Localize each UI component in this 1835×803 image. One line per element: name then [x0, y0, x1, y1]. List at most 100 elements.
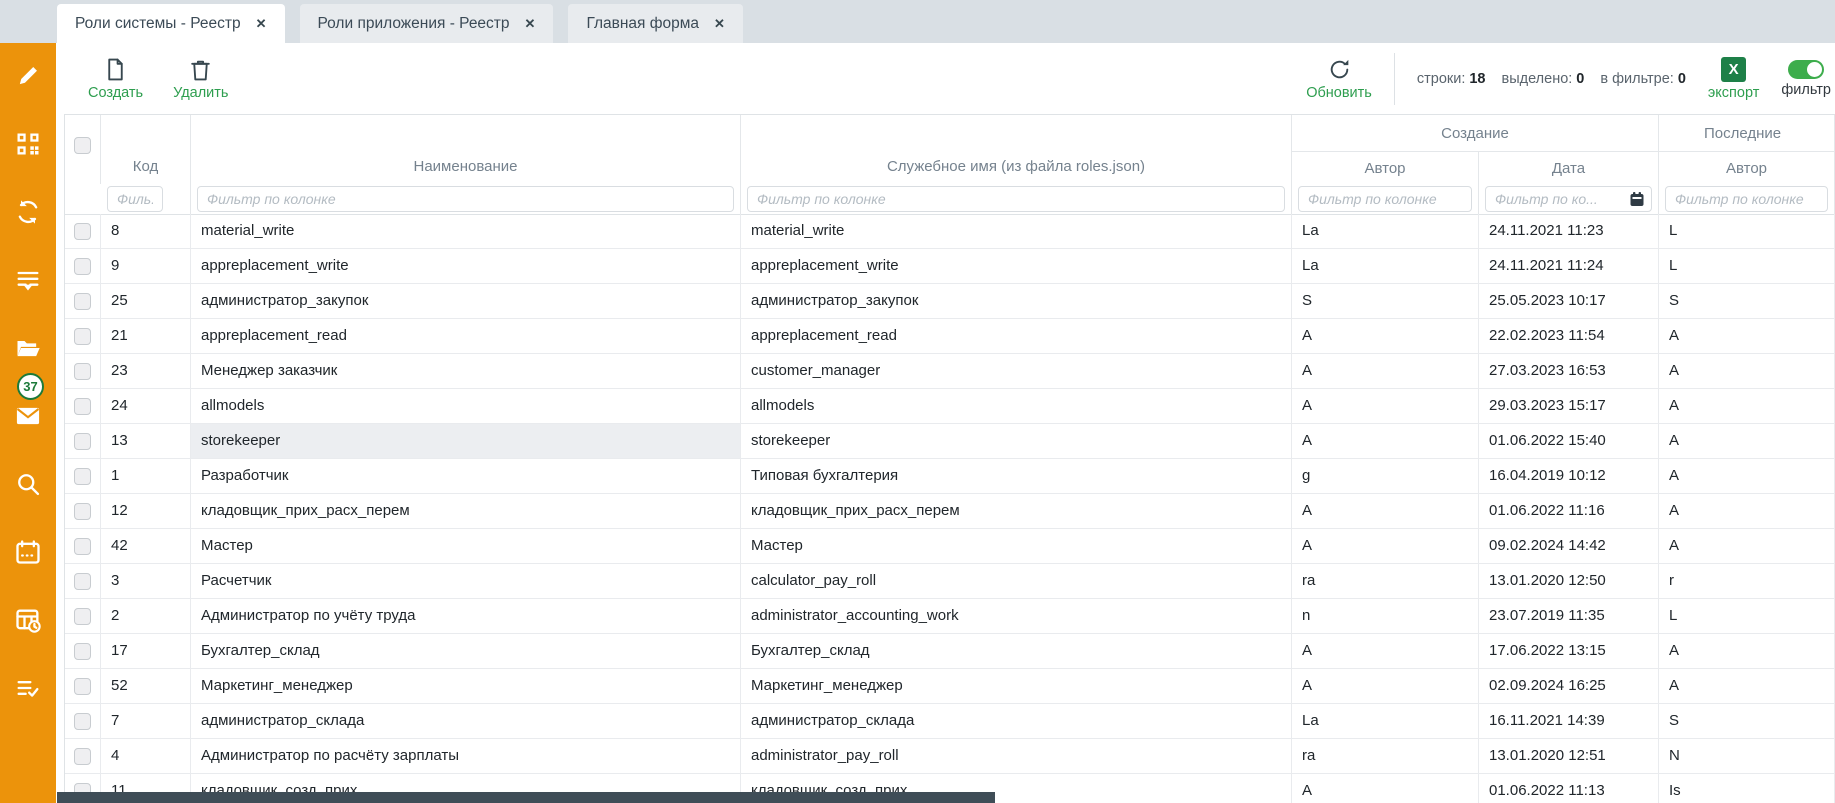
row-checkbox[interactable]	[74, 748, 91, 765]
refresh-button[interactable]: Обновить	[1306, 57, 1372, 101]
row-checkbox[interactable]	[74, 468, 91, 485]
row-checkbox-cell	[65, 669, 101, 703]
calendar-icon[interactable]	[13, 537, 43, 567]
row-checkbox[interactable]	[74, 503, 91, 520]
row-checkbox[interactable]	[74, 608, 91, 625]
close-icon[interactable]: ✕	[525, 16, 536, 32]
row-checkbox[interactable]	[74, 293, 91, 310]
horizontal-scrollbar-thumb[interactable]	[57, 792, 995, 803]
tab-app-roles[interactable]: Роли приложения - Реестр ✕	[300, 4, 554, 43]
column-header-created-author[interactable]: Автор	[1292, 152, 1479, 184]
create-button[interactable]: Создать	[88, 57, 143, 101]
edit-pencil-icon[interactable]	[13, 61, 43, 91]
row-checkbox[interactable]	[74, 258, 91, 275]
folder-icon[interactable]	[13, 333, 43, 363]
cell-service-name: Типовая бухгалтерия	[741, 459, 1292, 493]
delete-button[interactable]: Удалить	[173, 57, 228, 101]
cell-service-name: Маркетинг_менеджер	[741, 669, 1292, 703]
task-list-icon[interactable]	[13, 673, 43, 703]
qr-code-icon[interactable]	[13, 129, 43, 159]
cell-name: Маркетинг_менеджер	[191, 669, 741, 703]
filter-cell-name	[191, 184, 741, 214]
row-checkbox-cell	[65, 634, 101, 668]
sync-icon[interactable]	[13, 197, 43, 227]
table-row[interactable]: 9appreplacement_writeappreplacement_writ…	[65, 249, 1835, 284]
cell-service-name: customer_manager	[741, 354, 1292, 388]
table-row[interactable]: 12кладовщик_прих_расх_перемкладовщик_при…	[65, 494, 1835, 529]
tab-system-roles[interactable]: Роли системы - Реестр ✕	[57, 4, 285, 43]
cell-created-date: 29.03.2023 15:17	[1479, 389, 1659, 423]
export-list-icon[interactable]	[13, 265, 43, 295]
table-row[interactable]: 2Администратор по учёту трудаadministrat…	[65, 599, 1835, 634]
cell-name: кладовщик_прих_расх_перем	[191, 494, 741, 528]
row-checkbox[interactable]	[74, 363, 91, 380]
cell-name: Менеджер заказчик	[191, 354, 741, 388]
search-icon[interactable]	[13, 469, 43, 499]
cell-last-author: S	[1659, 284, 1835, 318]
cell-last-author: A	[1659, 459, 1835, 493]
table-row[interactable]: 1РазработчикТиповая бухгалтерияg16.04.20…	[65, 459, 1835, 494]
cell-created-date: 27.03.2023 16:53	[1479, 354, 1659, 388]
row-checkbox[interactable]	[74, 713, 91, 730]
table-row[interactable]: 7администратор_складаадминистратор_склад…	[65, 704, 1835, 739]
table-row[interactable]: 24allmodelsallmodelsA29.03.2023 15:17A	[65, 389, 1835, 424]
column-header-code[interactable]: Код	[101, 115, 191, 184]
row-checkbox-cell	[65, 704, 101, 738]
tab-label: Главная форма	[586, 15, 699, 33]
toggle-on-icon[interactable]	[1788, 60, 1824, 79]
export-button[interactable]: X экспорт	[1708, 57, 1759, 101]
group-header-creation: Создание	[1292, 115, 1659, 152]
tab-label: Роли системы - Реестр	[75, 15, 241, 33]
column-header-service-name[interactable]: Служебное имя (из файла roles.json)	[741, 115, 1292, 184]
table-row[interactable]: 25администратор_закупокадминистратор_зак…	[65, 284, 1835, 319]
cell-service-name: appreplacement_read	[741, 319, 1292, 353]
filter-input-name[interactable]	[197, 186, 734, 212]
row-checkbox[interactable]	[74, 573, 91, 590]
table-row[interactable]: 8material_writematerial_writeLa24.11.202…	[65, 214, 1835, 249]
tab-main-form[interactable]: Главная форма ✕	[568, 4, 742, 43]
filter-input-service-name[interactable]	[747, 186, 1285, 212]
table-row[interactable]: 17Бухгалтер_складБухгалтер_складA17.06.2…	[65, 634, 1835, 669]
table-row[interactable]: 42МастерМастерA09.02.2024 14:42A	[65, 529, 1835, 564]
table-row[interactable]: 21appreplacement_readappreplacement_read…	[65, 319, 1835, 354]
cell-code: 12	[101, 494, 191, 528]
select-all-checkbox[interactable]	[74, 137, 91, 154]
table-row[interactable]: 13storekeeperstorekeeperA01.06.2022 15:4…	[65, 424, 1835, 459]
cell-created-date: 16.11.2021 14:39	[1479, 704, 1659, 738]
row-checkbox[interactable]	[74, 223, 91, 240]
table-row[interactable]: 23Менеджер заказчикcustomer_managerA27.0…	[65, 354, 1835, 389]
row-checkbox[interactable]	[74, 433, 91, 450]
close-icon[interactable]: ✕	[256, 16, 267, 32]
row-checkbox[interactable]	[74, 678, 91, 695]
new-document-icon	[103, 57, 128, 82]
row-checkbox[interactable]	[74, 398, 91, 415]
filter-input-code[interactable]	[107, 186, 163, 212]
cell-service-name: кладовщик_прих_расх_перем	[741, 494, 1292, 528]
close-icon[interactable]: ✕	[714, 16, 725, 32]
mail-icon[interactable]	[13, 401, 43, 431]
filter-cell-code	[101, 184, 191, 214]
column-header-last-author[interactable]: Автор	[1659, 152, 1835, 184]
row-checkbox[interactable]	[74, 328, 91, 345]
row-checkbox-cell	[65, 249, 101, 283]
filter-toggle[interactable]: фильтр	[1781, 60, 1831, 98]
cell-code: 52	[101, 669, 191, 703]
tab-label: Роли приложения - Реестр	[318, 15, 510, 33]
cell-created-author: A	[1292, 774, 1479, 803]
select-all-cell	[65, 115, 101, 184]
row-checkbox[interactable]	[74, 643, 91, 660]
create-button-label: Создать	[88, 85, 143, 101]
table-row[interactable]: 3Расчетчикcalculator_pay_rollra13.01.202…	[65, 564, 1835, 599]
column-header-created-date[interactable]: Дата	[1479, 152, 1659, 184]
report-table-icon[interactable]	[13, 605, 43, 635]
filter-input-created-author[interactable]	[1298, 186, 1472, 212]
filter-input-last-author[interactable]	[1665, 186, 1828, 212]
filter-input-created-date[interactable]	[1485, 186, 1652, 212]
cell-code: 23	[101, 354, 191, 388]
calendar-picker-icon[interactable]	[1629, 191, 1645, 207]
column-header-name[interactable]: Наименование	[191, 115, 741, 184]
row-checkbox[interactable]	[74, 538, 91, 555]
cell-created-author: ra	[1292, 564, 1479, 598]
table-row[interactable]: 4Администратор по расчёту зарплатыadmini…	[65, 739, 1835, 774]
table-row[interactable]: 52Маркетинг_менеджерМаркетинг_менеджерA0…	[65, 669, 1835, 704]
